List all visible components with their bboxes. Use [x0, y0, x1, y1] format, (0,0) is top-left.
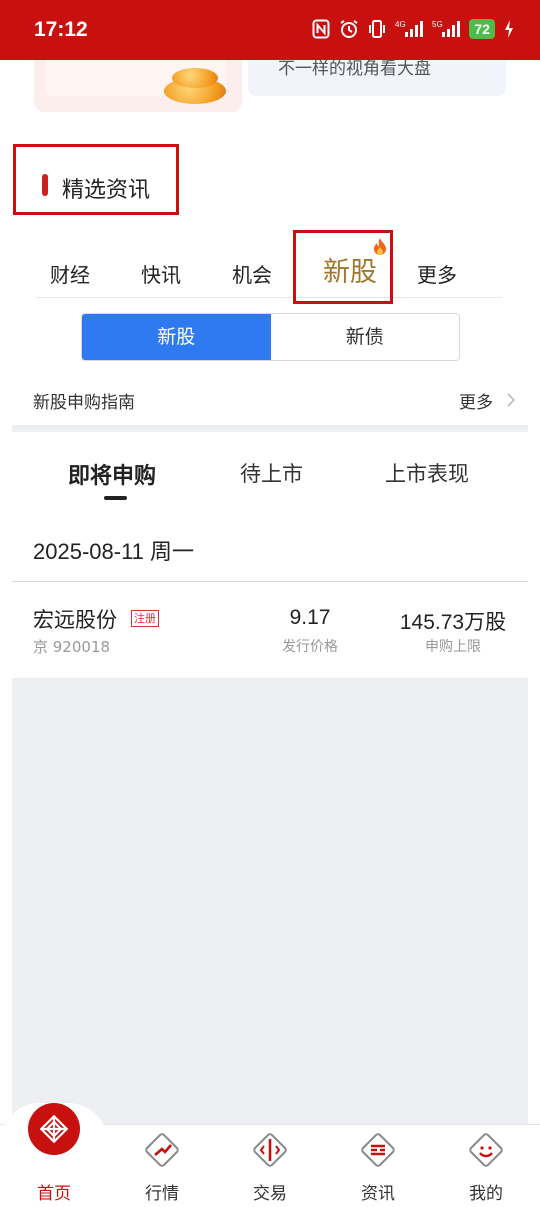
news-icon [358, 1130, 398, 1174]
banner-image[interactable] [34, 60, 242, 112]
segment-xingu[interactable]: 新股 [82, 314, 271, 360]
nav-profile-label: 我的 [469, 1184, 503, 1204]
tab-jihui[interactable]: 机会 [232, 259, 272, 288]
market-icon [142, 1130, 182, 1174]
subtab-indicator [104, 496, 127, 500]
status-icons: 4G 5G 72 [312, 18, 514, 40]
network-4g-label: 4G [395, 20, 406, 29]
tab-xingu[interactable]: 新股 [323, 250, 377, 289]
row-separator [12, 581, 528, 582]
section-header: 精选资讯 [13, 144, 179, 215]
subscription-limit: 145.73万股 [399, 611, 507, 634]
guide-more-link[interactable]: 更多 [459, 388, 493, 413]
signal-4g-icon: 4G [395, 18, 424, 40]
nav-home-label: 首页 [37, 1184, 71, 1204]
nav-market-label: 行情 [145, 1184, 179, 1204]
nav-profile[interactable]: 我的 [432, 1124, 540, 1207]
list-date: 2025-08-11 周一 [33, 539, 195, 564]
section-marker [42, 174, 48, 196]
battery-icon: 72 [469, 19, 495, 39]
issue-price: 9.17 [289, 606, 331, 629]
coin-icon [172, 68, 218, 88]
subtab-listing-performance[interactable]: 上市表现 [385, 458, 469, 488]
tab-divider [36, 297, 502, 298]
profile-icon [466, 1130, 506, 1174]
nav-news[interactable]: 资讯 [324, 1124, 432, 1207]
tab-gengduo[interactable]: 更多 [417, 259, 457, 288]
banner-text: 不一样的视角看大盘 [278, 60, 431, 79]
stock-name: 宏远股份 [33, 608, 117, 632]
issue-price-label: 发行价格 [282, 639, 338, 655]
category-tabs: 财经 快讯 机会 更多 [0, 240, 540, 298]
segmented-control: 新股 新债 [81, 313, 460, 361]
nav-trade-label: 交易 [253, 1184, 287, 1204]
vibrate-icon [368, 18, 386, 40]
fire-icon [371, 237, 389, 261]
chevron-right-icon [506, 392, 516, 412]
status-time: 17:12 [34, 18, 88, 41]
signal-5g-icon: 5G [432, 18, 461, 40]
charging-icon [504, 18, 514, 40]
stock-tag-badge: 注册 [131, 610, 159, 627]
nav-home[interactable]: 首页 [0, 1103, 108, 1207]
tab-kuaixun[interactable]: 快讯 [141, 259, 181, 288]
empty-content-area [12, 678, 528, 1128]
nav-market[interactable]: 行情 [108, 1124, 216, 1207]
subscription-limit-label: 申购上限 [425, 639, 481, 655]
nav-news-label: 资讯 [361, 1184, 395, 1204]
trade-icon [250, 1130, 290, 1174]
home-logo-icon [27, 1102, 81, 1160]
guide-link[interactable]: 新股申购指南 [33, 388, 135, 413]
subtab-pending-listing[interactable]: 待上市 [240, 458, 303, 488]
network-5g-label: 5G [432, 20, 443, 29]
alarm-icon [339, 18, 359, 40]
tab-caijing[interactable]: 财经 [50, 259, 90, 288]
banner-card-right[interactable]: 不一样的视角看大盘 [248, 60, 506, 96]
segment-xinzhai[interactable]: 新债 [271, 314, 460, 360]
status-bar: 17:12 4G 5G 72 [0, 0, 540, 60]
subtab-upcoming[interactable]: 即将申购 [68, 458, 156, 490]
nav-trade[interactable]: 交易 [216, 1124, 324, 1207]
nfc-icon [312, 18, 330, 40]
section-separator [12, 425, 528, 432]
section-title: 精选资讯 [62, 178, 151, 203]
stock-code: 京 920018 [33, 638, 111, 656]
